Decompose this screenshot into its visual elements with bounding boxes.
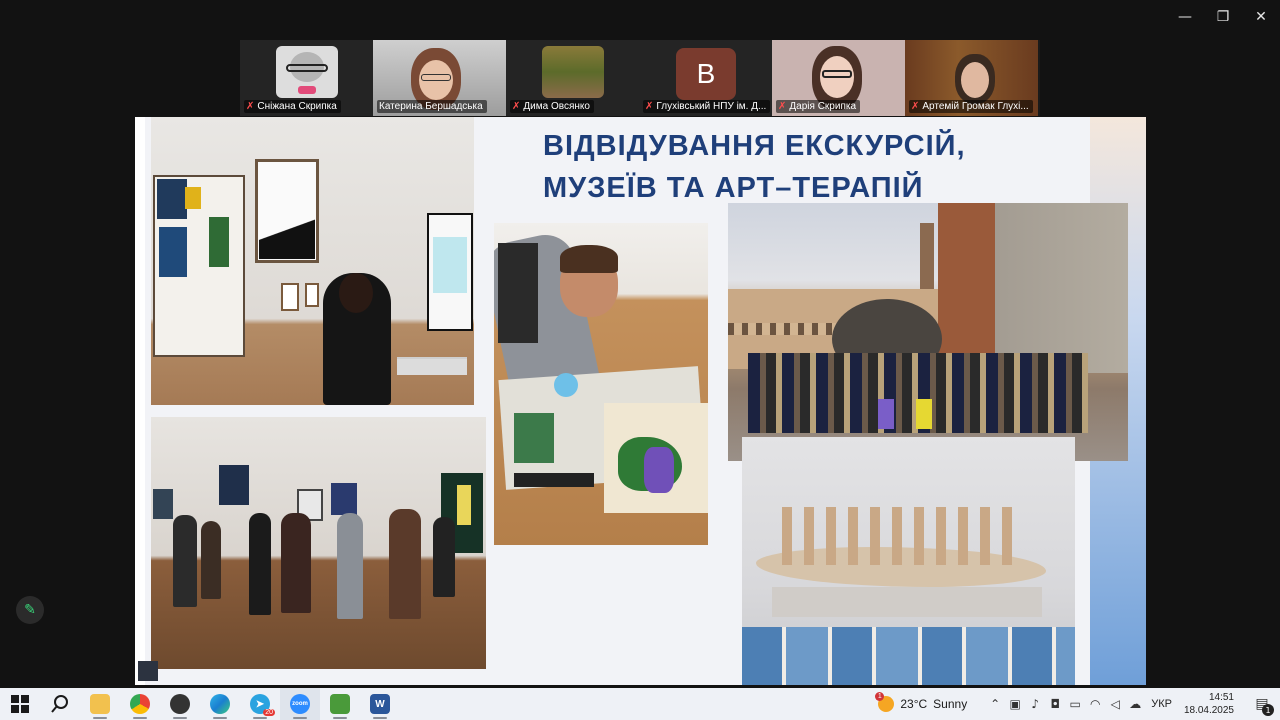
weather-badge: 1 — [875, 692, 885, 701]
participant-name: ✗ Дима Овсянко — [510, 100, 594, 113]
participant-name: ✗ Глухівський НПУ ім. Д... — [643, 100, 771, 113]
avatar: B — [676, 48, 736, 100]
window-controls: — ❐ ✕ — [1166, 0, 1280, 34]
participant-tile[interactable]: ✗ Артемій Громак Глухі... — [905, 40, 1038, 116]
participant-name: ✗ Артемій Громак Глухі... — [909, 100, 1033, 113]
input-language[interactable]: УКР — [1151, 698, 1172, 710]
shared-slide: ВІДВІДУВАННЯ ЕКСКУРСІЙ, МУЗЕЇВ ТА АРТ–ТЕ… — [135, 117, 1146, 685]
wifi-icon[interactable]: ◠ — [1085, 688, 1105, 720]
annotate-pen-icon[interactable]: ✎ — [16, 596, 44, 624]
minimize-icon[interactable]: — — [1166, 0, 1204, 34]
word-icon[interactable]: W — [360, 688, 400, 720]
participant-tile[interactable]: ✗ Дарія Скрипка — [772, 40, 905, 116]
edge-icon[interactable] — [200, 688, 240, 720]
taskbar: ➤ 20 zoom W 1 23°C Sunny ⌃ ▣ ♪ ◘ ▭ ◠ ◁ ☁… — [0, 688, 1280, 720]
camera-icon[interactable]: ◘ — [1045, 688, 1065, 720]
app2-icon[interactable] — [320, 688, 360, 720]
avatar — [542, 46, 604, 98]
tray-app-icon[interactable]: ▣ — [1005, 688, 1025, 720]
onedrive-icon[interactable]: ☁ — [1125, 688, 1145, 720]
search-icon[interactable] — [40, 688, 80, 720]
system-tray: 1 23°C Sunny ⌃ ▣ ♪ ◘ ▭ ◠ ◁ ☁ УКР 14:51 1… — [875, 688, 1280, 720]
chevron-up-icon[interactable]: ⌃ — [985, 688, 1005, 720]
chrome-icon[interactable] — [120, 688, 160, 720]
participant-strip: ✗ Сніжана Скрипка Катерина Бершадська ✗ Ди… — [240, 40, 1040, 116]
weather-temp: 23°C — [900, 697, 928, 711]
mic-muted-icon: ✗ — [645, 101, 654, 112]
mic-muted-icon: ✗ — [246, 101, 255, 112]
participant-name: ✗ Сніжана Скрипка — [244, 100, 341, 113]
file-explorer-icon[interactable] — [80, 688, 120, 720]
participant-tile[interactable]: B ✗ Глухівський НПУ ім. Д... — [639, 40, 772, 116]
weather-widget[interactable]: 1 23°C Sunny — [875, 692, 968, 712]
telegram-icon[interactable]: ➤ 20 — [240, 688, 280, 720]
slide-corner-marker — [138, 661, 158, 681]
close-icon[interactable]: ✕ — [1242, 0, 1280, 34]
photo-gallery-visitor — [151, 117, 474, 405]
participant-name: Катерина Бершадська — [377, 100, 487, 113]
photo-city-square-group — [728, 203, 1128, 461]
photo-art-therapy — [494, 223, 708, 545]
windows-start-icon[interactable] — [0, 688, 40, 720]
avatar — [276, 46, 338, 98]
speaker-icon[interactable]: ◁ — [1105, 688, 1125, 720]
battery-icon[interactable]: ▭ — [1065, 688, 1085, 720]
participant-tile[interactable]: ✗ Сніжана Скрипка — [240, 40, 373, 116]
zoom-icon[interactable]: zoom — [280, 688, 320, 720]
telegram-badge: 20 — [263, 709, 275, 716]
photo-group-gallery — [151, 417, 486, 669]
microphone-icon[interactable]: ♪ — [1025, 688, 1045, 720]
slide-title: ВІДВІДУВАННЯ ЕКСКУРСІЙ, МУЗЕЇВ ТА АРТ–ТЕ… — [543, 130, 966, 204]
app-icon[interactable] — [160, 688, 200, 720]
sun-icon: 1 — [875, 692, 895, 712]
participant-name: ✗ Дарія Скрипка — [776, 100, 861, 113]
mic-muted-icon: ✗ — [911, 101, 920, 112]
notification-count: 1 — [1262, 704, 1274, 716]
restore-icon[interactable]: ❐ — [1204, 0, 1242, 34]
participant-tile-active[interactable]: Катерина Бершадська — [373, 40, 506, 116]
clock-time: 14:51 — [1208, 692, 1234, 703]
clock-date: 18.04.2025 — [1183, 705, 1234, 716]
notification-icon[interactable]: ▤ 1 — [1244, 688, 1280, 720]
weather-desc: Sunny — [933, 697, 968, 711]
mic-muted-icon: ✗ — [512, 101, 521, 112]
mic-muted-icon: ✗ — [778, 101, 787, 112]
slide-accent-bar — [135, 117, 145, 685]
participant-tile[interactable]: ✗ Дима Овсянко — [506, 40, 639, 116]
photo-sculpture — [742, 437, 1075, 685]
clock[interactable]: 14:51 18.04.2025 — [1184, 691, 1234, 717]
